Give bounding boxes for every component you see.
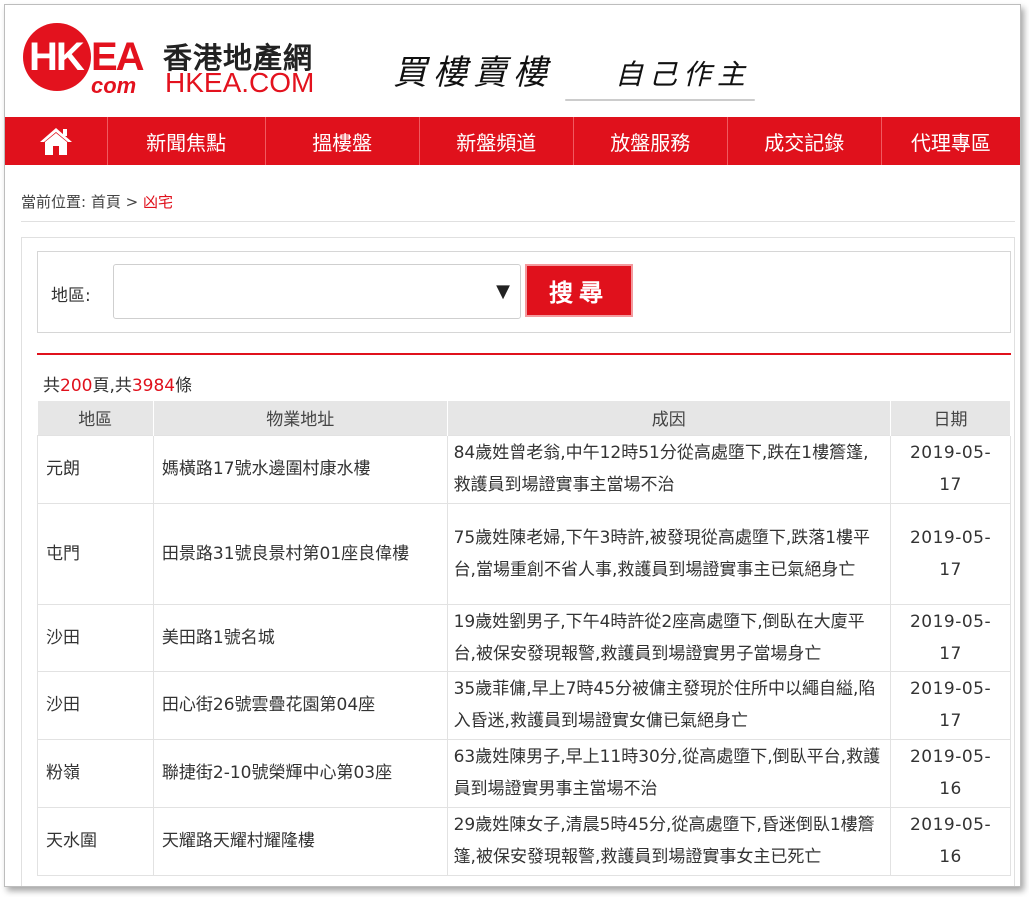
cell-address[interactable]: 媽橫路17號水邊圍村康水樓	[152, 434, 448, 504]
cell-district: 元朗	[37, 434, 154, 504]
dropdown-arrow-icon[interactable]: ▼	[496, 281, 510, 302]
nav-item-listing-service[interactable]: 放盤服務	[574, 117, 728, 165]
breadcrumb-prefix: 當前位置:	[21, 193, 87, 211]
table-row[interactable]: 沙田 田心街26號雲疊花園第04座 35歲菲傭,早上7時45分被傭主發現於住所中…	[37, 670, 1011, 740]
cell-cause: 63歲姓陳男子,早上11時30分,從高處墮下,倒臥平台,救護員到場證實男事主當場…	[446, 738, 892, 808]
slogan-buy-sell: 買樓賣樓	[393, 53, 553, 93]
cell-address[interactable]: 田心街26號雲疊花園第04座	[152, 670, 448, 740]
results-summary: 共200頁,共3984條	[43, 371, 192, 396]
header-address: 物業地址	[153, 401, 448, 435]
summary-pre: 共	[43, 376, 60, 396]
site-header: HK EA com 香港地產網 HKEA.COM 買樓賣樓 自己作主	[5, 5, 1020, 117]
cell-date: 2019-05-16	[890, 738, 1011, 808]
cell-cause: 29歲姓陳女子,清晨5時45分,從高處墮下,昏迷倒臥1樓簷篷,被保安發現報警,救…	[446, 806, 892, 876]
site-name-en[interactable]: HKEA.COM	[165, 67, 314, 99]
nav-item-new-development[interactable]: 新盤頻道	[420, 117, 574, 165]
table-row[interactable]: 天水圍 天耀路天耀村耀隆樓 29歲姓陳女子,清晨5時45分,從高處墮下,昏迷倒臥…	[37, 806, 1011, 876]
cell-district: 粉嶺	[37, 738, 154, 808]
table-row[interactable]: 粉嶺 聯捷街2-10號榮輝中心第03座 63歲姓陳男子,早上11時30分,從高處…	[37, 738, 1011, 808]
breadcrumb-current[interactable]: 凶宅	[143, 193, 173, 211]
breadcrumb-home[interactable]: 首頁	[91, 193, 121, 211]
main-nav: 新聞焦點 搵樓盤 新盤頻道 放盤服務 成交記錄 代理專區	[5, 117, 1020, 165]
slogan-decide: 自己作主	[615, 58, 752, 91]
cell-date: 2019-05-17	[890, 434, 1011, 504]
search-button[interactable]: 搜尋	[525, 264, 633, 317]
cell-date: 2019-05-17	[890, 670, 1011, 740]
breadcrumb: 當前位置: 首頁 > 凶宅	[21, 191, 173, 212]
cell-cause: 75歲姓陳老婦,下午3時許,被發現從高處墮下,跌落1樓平台,當場重創不省人事,救…	[446, 502, 892, 605]
results-divider	[37, 353, 1011, 355]
cell-district: 沙田	[37, 670, 154, 740]
cell-address[interactable]: 田景路31號良景村第01座良偉樓	[152, 502, 448, 605]
page-frame: HK EA com 香港地產網 HKEA.COM 買樓賣樓 自己作主 新聞焦點 …	[4, 4, 1021, 887]
cell-district: 天水圍	[37, 806, 154, 876]
cell-district: 沙田	[37, 603, 154, 672]
logo-hk-text[interactable]: HK	[29, 35, 85, 80]
breadcrumb-separator: >	[125, 193, 139, 211]
nav-item-news[interactable]: 新聞焦點	[108, 117, 266, 165]
breadcrumb-divider	[21, 221, 1015, 222]
nav-item-transactions[interactable]: 成交記錄	[728, 117, 882, 165]
cell-date: 2019-05-16	[890, 806, 1011, 876]
table-row[interactable]: 屯門 田景路31號良景村第01座良偉樓 75歲姓陳老婦,下午3時許,被發現從高處…	[37, 502, 1011, 605]
header-district: 地區	[37, 401, 154, 435]
cell-address[interactable]: 天耀路天耀村耀隆樓	[152, 806, 448, 876]
cell-address[interactable]: 聯捷街2-10號榮輝中心第03座	[152, 738, 448, 808]
page-count: 200	[60, 376, 93, 396]
cell-date: 2019-05-17	[890, 502, 1011, 605]
header-cause: 成因	[447, 401, 892, 435]
table-row[interactable]: 元朗 媽橫路17號水邊圍村康水樓 84歲姓曾老翁,中午12時51分從高處墮下,跌…	[37, 434, 1011, 504]
haunted-house-table: 地區 物業地址 成因 日期 元朗 媽橫路17號水邊圍村康水樓 84歲姓曾老翁,中…	[37, 401, 1011, 876]
cell-cause: 84歲姓曾老翁,中午12時51分從高處墮下,跌在1樓簷篷,救護員到場證實事主當場…	[446, 434, 892, 504]
slogan-underline	[565, 99, 755, 101]
header-date: 日期	[890, 401, 1011, 435]
cell-address[interactable]: 美田路1號名城	[152, 603, 448, 672]
table-row[interactable]: 沙田 美田路1號名城 19歲姓劉男子,下午4時許從2座高處墮下,倒臥在大廈平台,…	[37, 603, 1011, 672]
cell-cause: 19歲姓劉男子,下午4時許從2座高處墮下,倒臥在大廈平台,被保安發現報警,救護員…	[446, 603, 892, 672]
record-count: 3984	[131, 376, 176, 396]
table-header-row: 地區 物業地址 成因 日期	[37, 401, 1011, 435]
cell-cause: 35歲菲傭,早上7時45分被傭主發現於住所中以繩自縊,陷入昏迷,救護員到場證實女…	[446, 670, 892, 740]
home-icon	[39, 128, 72, 155]
logo-com-text[interactable]: com	[91, 73, 136, 99]
nav-home[interactable]	[5, 117, 108, 165]
district-label: 地區:	[51, 286, 91, 306]
nav-item-agents[interactable]: 代理專區	[882, 117, 1020, 165]
summary-mid: 頁,共	[92, 376, 132, 396]
cell-date: 2019-05-17	[890, 603, 1011, 672]
district-select[interactable]: ▼	[113, 264, 521, 319]
summary-post: 條	[175, 376, 193, 396]
cell-district: 屯門	[37, 502, 154, 605]
nav-item-find-property[interactable]: 搵樓盤	[266, 117, 420, 165]
